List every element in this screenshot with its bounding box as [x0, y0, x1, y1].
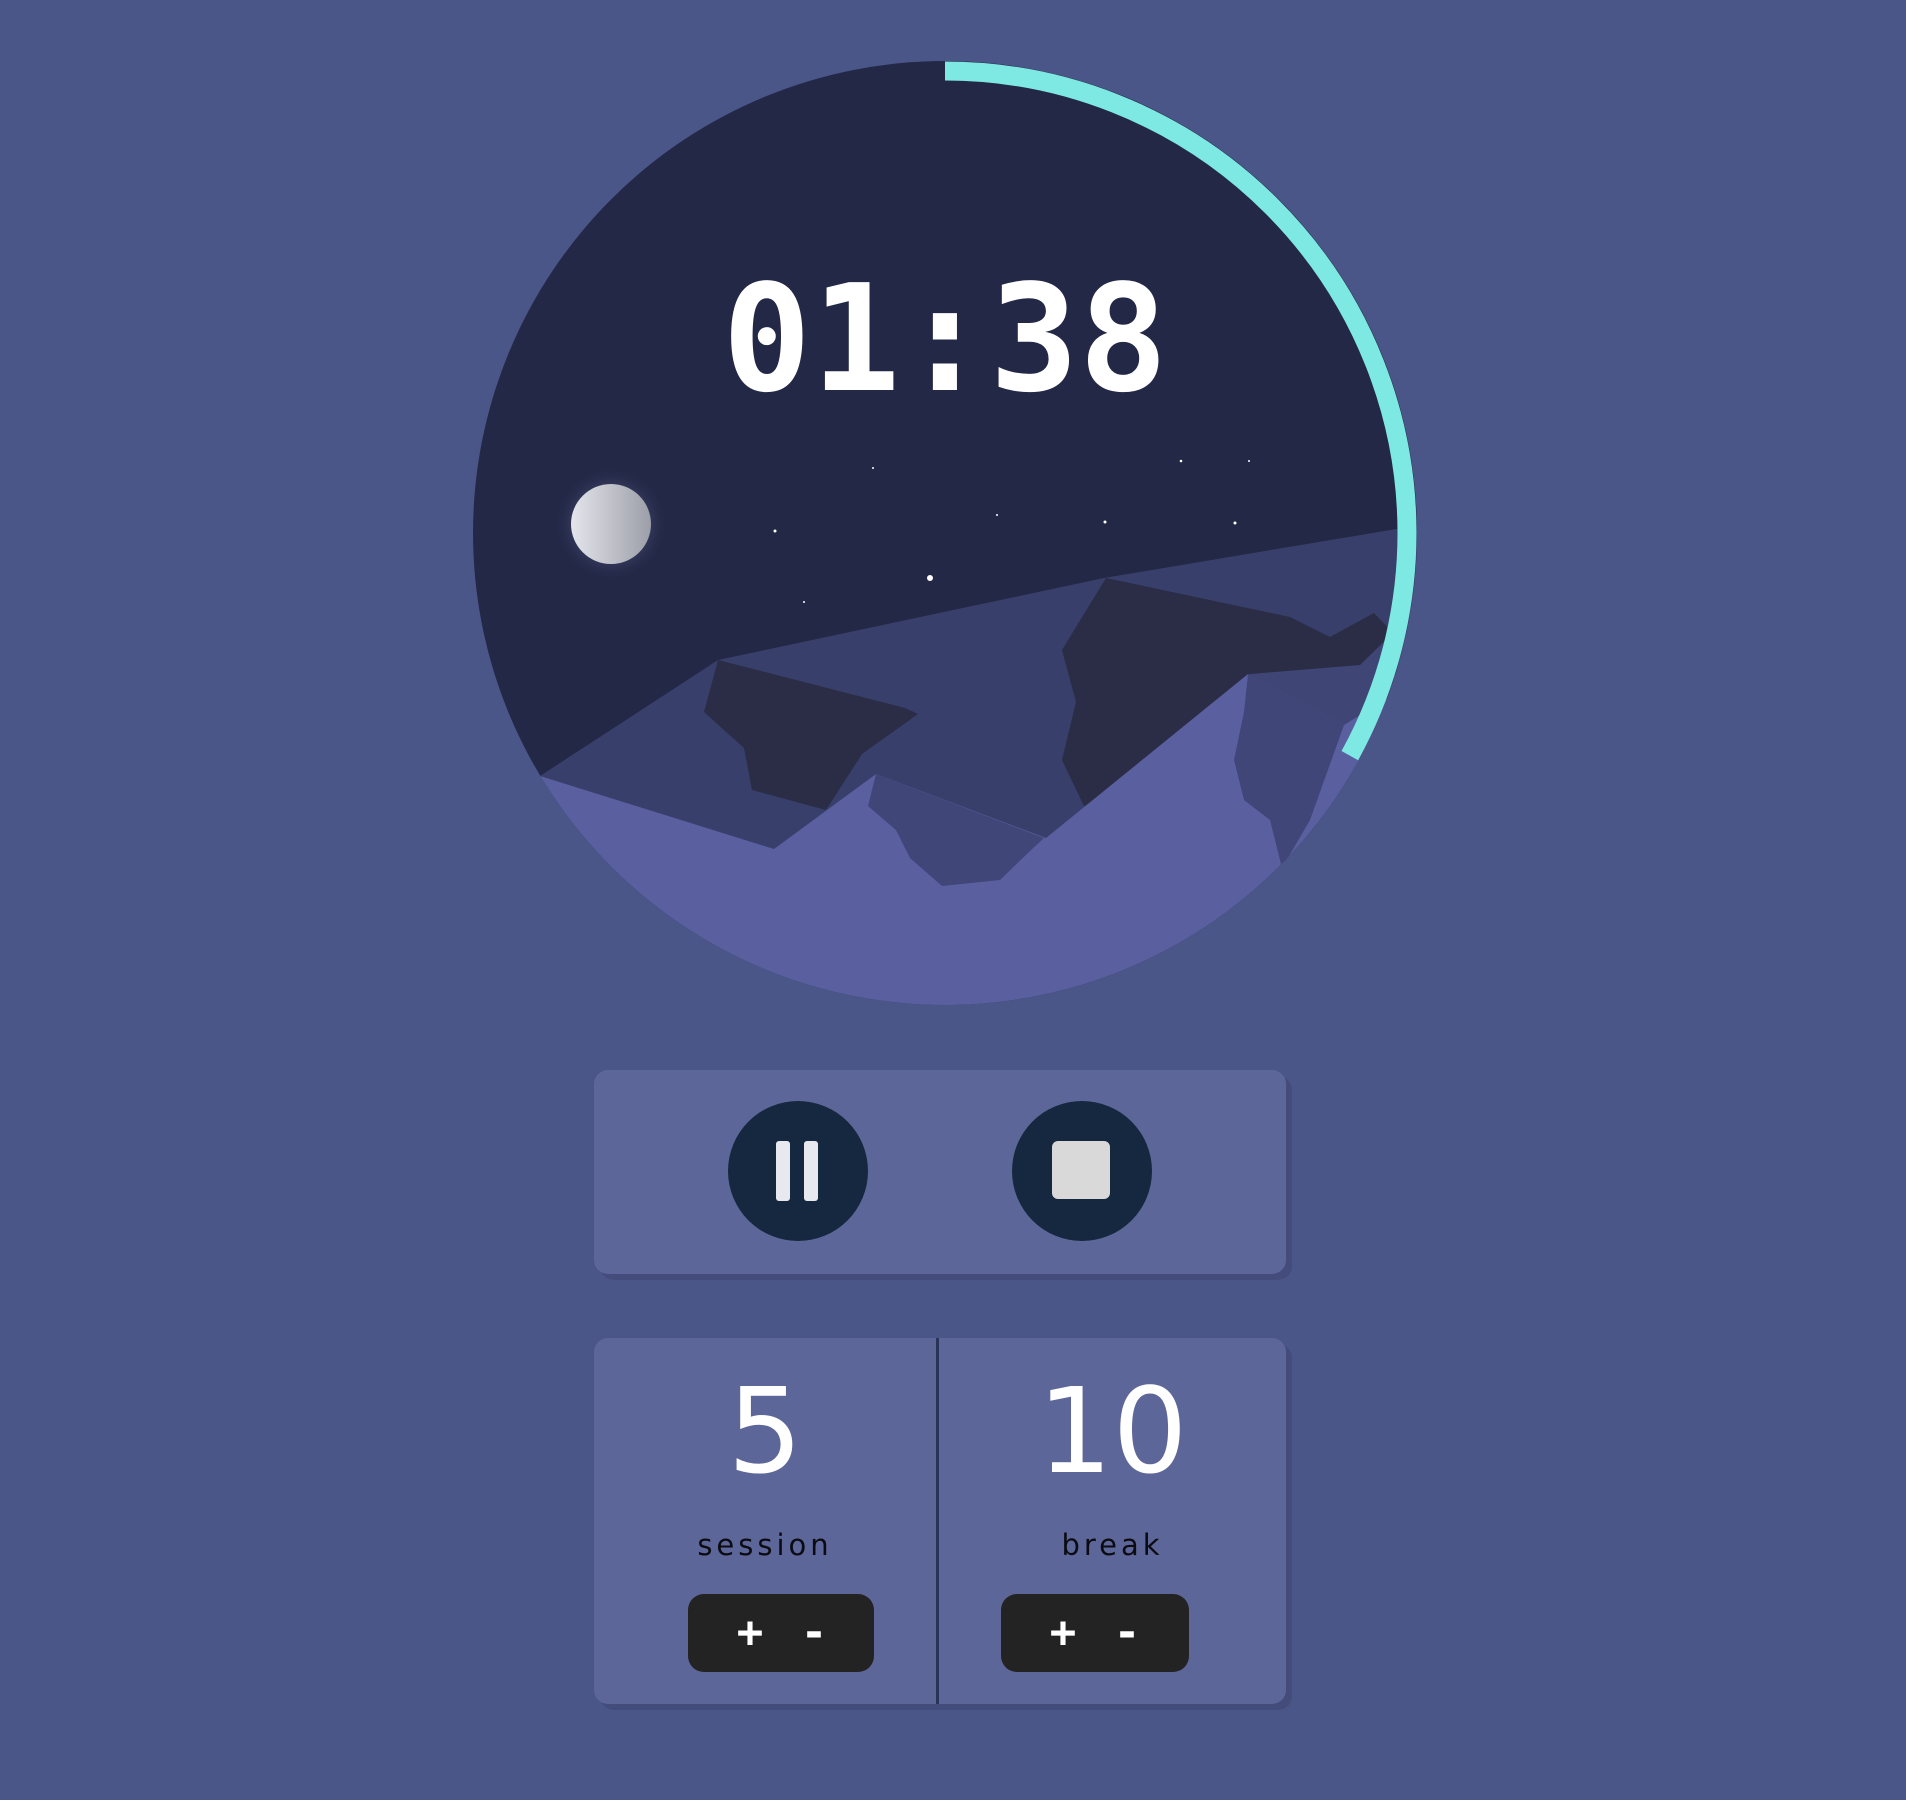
session-decrease-button[interactable]: -	[774, 1594, 854, 1672]
timer-display: 01:38	[722, 253, 1168, 425]
timer-clock: 01:38	[473, 61, 1417, 1005]
session-label: session	[697, 1528, 833, 1562]
session-setting: 5 session + -	[594, 1338, 936, 1704]
session-stepper: + -	[688, 1594, 874, 1672]
stop-button[interactable]	[1012, 1101, 1152, 1241]
moon	[553, 466, 669, 582]
break-setting: 10 break + -	[939, 1338, 1286, 1704]
night-scene	[473, 61, 1417, 1005]
duration-settings: 5 session + - 10 break + -	[594, 1338, 1286, 1704]
playback-controls	[594, 1070, 1286, 1274]
break-label: break	[1061, 1528, 1164, 1562]
break-decrease-button[interactable]: -	[1087, 1594, 1167, 1672]
break-value: 10	[1037, 1362, 1188, 1500]
break-stepper: + -	[1001, 1594, 1189, 1672]
pause-button[interactable]	[728, 1101, 868, 1241]
stop-icon	[1052, 1141, 1110, 1199]
session-value: 5	[727, 1362, 803, 1500]
